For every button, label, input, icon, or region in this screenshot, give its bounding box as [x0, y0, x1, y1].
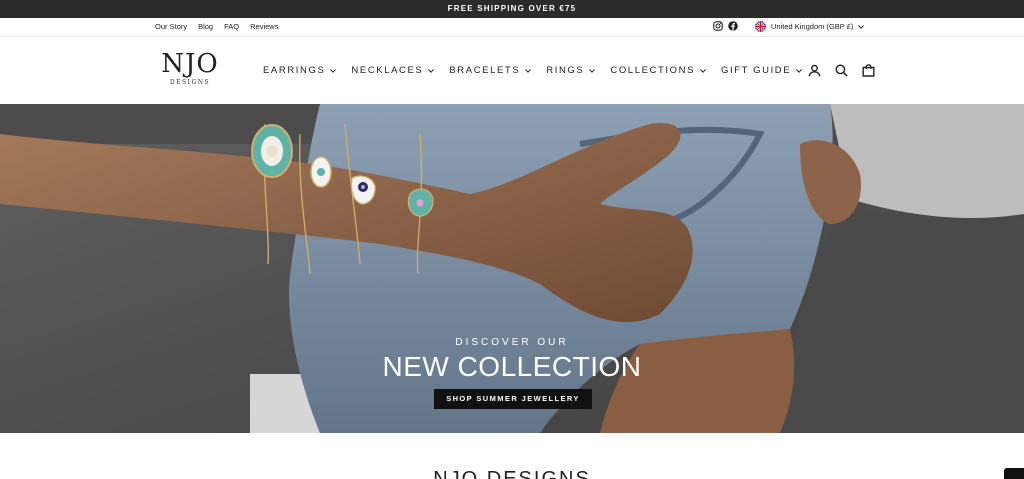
- chevron-down-icon: [858, 24, 865, 29]
- chevron-down-icon: [330, 68, 337, 73]
- nav-label: BRACELETS: [449, 65, 521, 76]
- nav-label: GIFT GUIDE: [721, 65, 792, 76]
- nav-label: COLLECTIONS: [610, 65, 696, 76]
- locale-label: United Kingdom (GBP £): [771, 22, 854, 31]
- nav-necklaces[interactable]: NECKLACES: [351, 65, 435, 76]
- chevron-down-icon: [700, 68, 706, 73]
- shop-summer-button[interactable]: SHOP SUMMER JEWELLERY: [434, 389, 592, 409]
- locale-selector[interactable]: United Kingdom (GBP £): [755, 21, 865, 32]
- site-logo[interactable]: NJO DESIGNS: [155, 49, 225, 86]
- cart-icon[interactable]: [862, 64, 875, 77]
- hero-headline: NEW COLLECTION: [382, 351, 642, 382]
- instagram-icon[interactable]: [713, 21, 723, 31]
- utility-bar: Our Story Blog FAQ Reviews United Kingdo…: [0, 18, 1024, 36]
- announcement-bar: FREE SHIPPING OVER €75: [0, 0, 1024, 18]
- nav-gift-guide[interactable]: GIFT GUIDE: [721, 65, 803, 76]
- nav-label: NECKLACES: [351, 65, 424, 76]
- hero-banner[interactable]: DISCOVER OUR NEW COLLECTION SHOP SUMMER …: [0, 104, 1024, 433]
- chevron-down-icon: [589, 68, 596, 73]
- link-blog[interactable]: Blog: [198, 22, 213, 31]
- search-icon[interactable]: [835, 64, 848, 77]
- hero-image: [0, 104, 1024, 433]
- chat-widget-button[interactable]: [1004, 468, 1024, 479]
- account-icon[interactable]: [808, 64, 821, 77]
- social-links: [713, 21, 738, 31]
- logo-wordmark: NJO: [161, 49, 219, 79]
- main-nav: EARRINGS NECKLACES BRACELETS RINGS COLLE…: [263, 65, 803, 76]
- logo-subtitle: DESIGNS: [169, 79, 211, 86]
- nav-rings[interactable]: RINGS: [546, 65, 596, 76]
- nav-label: EARRINGS: [263, 65, 326, 76]
- hero-eyebrow: DISCOVER OUR: [455, 337, 569, 348]
- header-actions: [808, 64, 875, 77]
- nav-collections[interactable]: COLLECTIONS: [610, 65, 706, 76]
- utility-links: Our Story Blog FAQ Reviews: [155, 22, 278, 31]
- chevron-down-icon: [796, 68, 803, 73]
- chevron-down-icon: [428, 68, 435, 73]
- nav-earrings[interactable]: EARRINGS: [263, 65, 337, 76]
- nav-bracelets[interactable]: BRACELETS: [449, 65, 532, 76]
- link-faq[interactable]: FAQ: [224, 22, 239, 31]
- nav-label: RINGS: [546, 65, 585, 76]
- section-title: NJO DESIGNS: [433, 468, 591, 479]
- link-our-story[interactable]: Our Story: [155, 22, 187, 31]
- chevron-down-icon: [525, 68, 532, 73]
- site-header: NJO DESIGNS EARRINGS NECKLACES BRACELETS…: [0, 36, 1024, 104]
- link-reviews[interactable]: Reviews: [250, 22, 278, 31]
- uk-flag-icon: [755, 21, 766, 32]
- facebook-icon[interactable]: [728, 21, 738, 31]
